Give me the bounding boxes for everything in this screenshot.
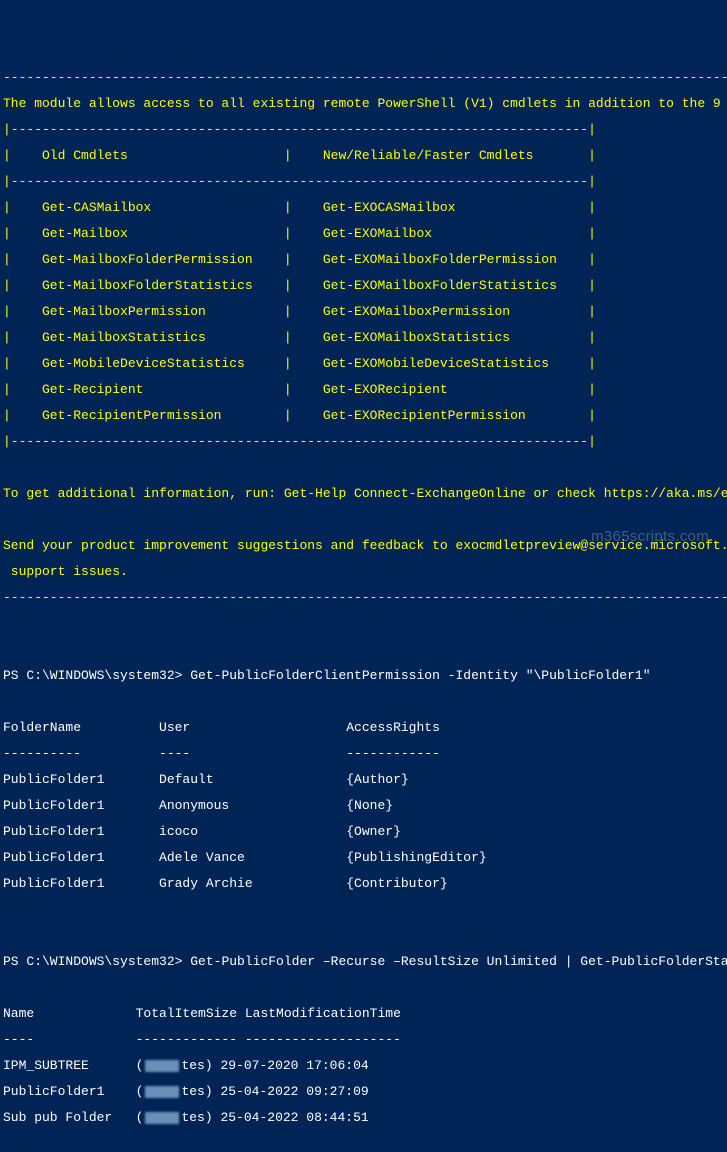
cmdlet-table-header: | Old Cmdlets | New/Reliable/Faster Cmdl… xyxy=(3,149,724,162)
command-text: Get-PublicFolderClientPermission -Identi… xyxy=(190,668,650,683)
cmdlet-row: | Get-Recipient | Get-EXORecipient | xyxy=(3,383,724,396)
cmdlet-row: | Get-MailboxFolderStatistics | Get-EXOM… xyxy=(3,279,724,292)
redacted-value xyxy=(145,1060,179,1072)
cmdlet-table-border: |---------------------------------------… xyxy=(3,123,724,136)
table-header-underline: ---- ------------- -------------------- xyxy=(3,1033,724,1046)
cmdlet-table-border: |---------------------------------------… xyxy=(3,175,724,188)
table-row: PublicFolder1 Adele Vance {PublishingEdi… xyxy=(3,851,724,864)
redacted-value xyxy=(145,1112,179,1124)
table-header: FolderName User AccessRights xyxy=(3,721,724,734)
table-row: IPM_SUBTREE (tes) 29-07-2020 17:06:04 xyxy=(3,1059,724,1072)
table-header: Name TotalItemSize LastModificationTime xyxy=(3,1007,724,1020)
table-row: PublicFolder1 Grady Archie {Contributor} xyxy=(3,877,724,890)
border-dash-top: ----------------------------------------… xyxy=(3,71,724,84)
console-output: ----------------------------------------… xyxy=(3,58,724,1137)
prompt-line[interactable]: PS C:\WINDOWS\system32> Get-PublicFolder… xyxy=(3,669,724,682)
cmdlet-row: | Get-MailboxFolderPermission | Get-EXOM… xyxy=(3,253,724,266)
command-text: Get-PublicFolder –Recurse –ResultSize Un… xyxy=(190,954,727,969)
watermark: m365scripts.com xyxy=(591,529,709,544)
table-row: PublicFolder1 (tes) 25-04-2022 09:27:09 xyxy=(3,1085,724,1098)
table-row: PublicFolder1 icoco {Owner} xyxy=(3,825,724,838)
table-row: PublicFolder1 Default {Author} xyxy=(3,773,724,786)
prompt-prefix: PS C:\WINDOWS\system32> xyxy=(3,668,190,683)
cmdlet-table-border: |---------------------------------------… xyxy=(3,435,724,448)
help-text: To get additional information, run: Get-… xyxy=(3,487,724,500)
table-row: Sub pub Folder (tes) 25-04-2022 08:44:51 xyxy=(3,1111,724,1124)
cmdlet-row: | Get-MailboxStatistics | Get-EXOMailbox… xyxy=(3,331,724,344)
prompt-prefix: PS C:\WINDOWS\system32> xyxy=(3,954,190,969)
cmdlet-row: | Get-RecipientPermission | Get-EXORecip… xyxy=(3,409,724,422)
cmdlet-row: | Get-Mailbox | Get-EXOMailbox | xyxy=(3,227,724,240)
cmdlet-row: | Get-MailboxPermission | Get-EXOMailbox… xyxy=(3,305,724,318)
border-dash-bottom: ----------------------------------------… xyxy=(3,591,724,604)
table-row: PublicFolder1 Anonymous {None} xyxy=(3,799,724,812)
feedback-text: support issues. xyxy=(3,565,724,578)
cmdlet-row: | Get-CASMailbox | Get-EXOCASMailbox | xyxy=(3,201,724,214)
cmdlet-row: | Get-MobileDeviceStatistics | Get-EXOMo… xyxy=(3,357,724,370)
table-header-underline: ---------- ---- ------------ xyxy=(3,747,724,760)
redacted-value xyxy=(145,1086,179,1098)
prompt-line[interactable]: PS C:\WINDOWS\system32> Get-PublicFolder… xyxy=(3,955,724,968)
module-desc: The module allows access to all existing… xyxy=(3,97,724,110)
